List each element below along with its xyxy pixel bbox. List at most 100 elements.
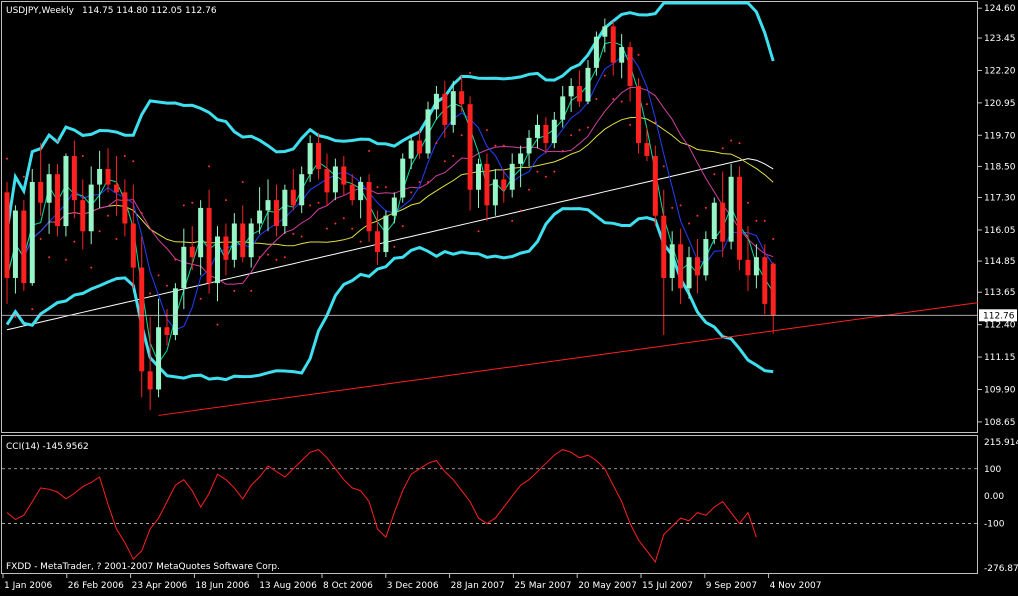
ma-fast-line — [6, 41, 774, 364]
ma-blue-line — [6, 53, 774, 331]
sar-dot — [107, 214, 110, 217]
sar-dot — [351, 227, 354, 230]
candle-bull — [686, 257, 692, 289]
candle-bear — [467, 104, 473, 190]
sar-dot — [241, 180, 244, 183]
sar-dot — [309, 204, 312, 207]
sar-dot — [233, 289, 236, 292]
candle-bear — [290, 189, 296, 206]
candle-bear — [720, 202, 726, 242]
price-tick-label: 118.50 — [984, 162, 1016, 172]
candle-bear — [105, 169, 111, 185]
candle-bull — [518, 153, 524, 164]
sar-dot — [612, 97, 615, 100]
cci-tick-label: -100 — [984, 520, 1005, 530]
sar-dot — [140, 212, 143, 215]
candle-bull — [728, 176, 734, 242]
candle-bull — [215, 236, 220, 284]
price-tick-label: 122.20 — [984, 66, 1016, 76]
candle-bear — [652, 156, 658, 216]
ma-yellow-line — [6, 116, 774, 279]
sar-dot — [772, 238, 775, 241]
candle-bear — [762, 257, 768, 304]
candle-bear — [80, 200, 86, 232]
candle-bull — [711, 202, 717, 240]
bollinger-lower-line — [5, 207, 774, 382]
sar-dot — [570, 134, 573, 137]
candle-bull — [450, 91, 456, 125]
sar-dot — [258, 256, 261, 259]
sar-dot — [637, 53, 640, 56]
cci-frame — [1, 435, 978, 574]
sar-dot — [645, 103, 648, 106]
time-tick-label: 3 Dec 2006 — [387, 581, 439, 591]
sar-dot — [679, 204, 682, 207]
candle-bear — [459, 91, 465, 105]
sar-dot — [671, 206, 674, 209]
candle-bear — [366, 181, 372, 232]
sar-dot — [435, 142, 438, 145]
sar-dot — [662, 165, 665, 168]
candle-bear — [139, 267, 145, 372]
sar-dot — [39, 238, 42, 241]
sar-dot — [250, 289, 253, 292]
sar-dot — [713, 173, 716, 176]
sar-dot — [519, 209, 522, 212]
candle-bear — [484, 163, 490, 206]
cci-tick-label: 100 — [984, 465, 1001, 475]
axes: 112.76124.60123.45122.20120.95119.70118.… — [2, 4, 1018, 591]
sar-dot — [696, 214, 699, 217]
candle-bull — [433, 93, 439, 110]
candle-bear — [223, 236, 229, 260]
candle-bull — [551, 119, 557, 144]
candle-bull — [509, 163, 515, 190]
candle-bear — [206, 207, 212, 284]
sar-dot — [704, 206, 707, 209]
sar-dot — [31, 308, 34, 311]
chart-window: 112.76 124.60 123.45 122.20 120.95 119.70 118.… — [0, 0, 1018, 592]
price-tick-label: 109.90 — [984, 385, 1016, 395]
sar-dot — [688, 222, 691, 225]
candle-bull — [282, 189, 288, 227]
sar-dot — [174, 258, 177, 261]
sar-dot — [393, 245, 396, 248]
sar-dot — [620, 100, 623, 103]
sar-dot — [654, 121, 657, 124]
watermark: FXDD - MetaTrader, ? 2001-2007 MetaQuote… — [6, 562, 280, 572]
sar-dot — [460, 134, 463, 137]
time-tick-label: 15 Jul 2007 — [642, 581, 693, 591]
cci-line — [6, 449, 757, 563]
sar-dot — [64, 258, 67, 261]
candle-bull — [400, 158, 406, 198]
candle-bear — [543, 124, 549, 144]
sar-dot — [98, 230, 101, 233]
candle-bear — [678, 244, 684, 289]
sar-dot — [283, 256, 286, 259]
candle-bear — [661, 215, 667, 278]
sar-dot — [384, 186, 387, 189]
candle-bear — [189, 246, 195, 258]
price-tick-label: 108.65 — [984, 418, 1016, 428]
candle-bull — [156, 327, 162, 390]
sar-dot — [603, 74, 606, 77]
sar-dot — [553, 170, 556, 173]
candle-bear — [737, 176, 743, 260]
sar-dot — [586, 126, 589, 129]
time-tick-label: 26 Feb 2006 — [68, 581, 124, 591]
candle-bull — [358, 181, 364, 201]
candle-bear — [577, 86, 583, 102]
candle-bear — [349, 184, 355, 201]
candle-bear — [417, 140, 423, 154]
candle-bear — [4, 192, 10, 278]
sar-dot — [578, 129, 581, 132]
candle-bear — [610, 26, 616, 63]
candle-bull — [593, 36, 599, 68]
sar-dot — [494, 144, 497, 147]
candle-bear — [627, 47, 633, 87]
candle-bear — [164, 327, 170, 336]
sar-dot — [427, 180, 429, 183]
sar-dot — [418, 180, 421, 183]
candle-bull — [383, 215, 389, 253]
sar-dot — [738, 142, 741, 145]
sar-dot — [469, 72, 472, 75]
